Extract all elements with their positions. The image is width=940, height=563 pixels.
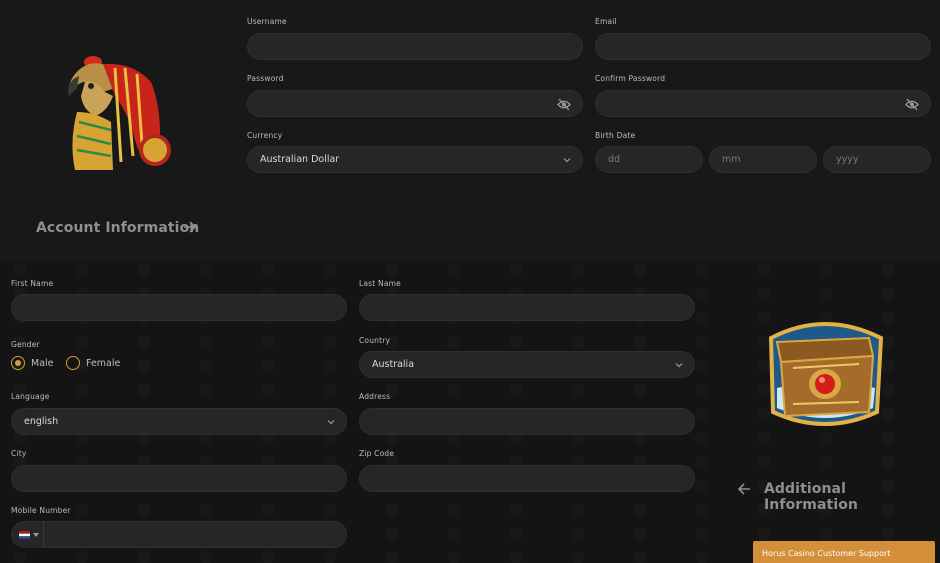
mobile-number-input[interactable] — [11, 521, 347, 548]
language-label: Language — [11, 392, 50, 401]
netherlands-flag-icon — [19, 531, 30, 539]
mobile-number-label: Mobile Number — [11, 506, 71, 515]
gender-female-label[interactable]: Female — [86, 358, 120, 369]
chevron-down-icon — [675, 363, 683, 368]
address-label: Address — [359, 392, 391, 401]
additional-information-title: Additional Information — [764, 481, 859, 513]
confirm-password-label: Confirm Password — [595, 74, 666, 83]
arrow-right-icon — [184, 221, 197, 233]
account-information-title: Account Information — [36, 220, 200, 236]
zip-code-label: Zip Code — [359, 449, 395, 458]
arrow-left-icon — [737, 483, 750, 495]
gender-label: Gender — [11, 340, 40, 349]
birth-day-input[interactable]: dd — [595, 146, 703, 173]
address-input[interactable] — [359, 408, 695, 435]
confirm-password-input[interactable] — [595, 90, 931, 117]
currency-label: Currency — [247, 131, 283, 140]
username-input[interactable] — [247, 33, 583, 60]
gender-male-label[interactable]: Male — [31, 358, 54, 369]
country-label: Country — [359, 336, 391, 345]
gender-male-radio[interactable] — [11, 356, 25, 370]
treasure-chest-illustration — [768, 322, 884, 426]
language-select[interactable]: english — [11, 408, 347, 435]
zip-code-input[interactable] — [359, 465, 695, 492]
eye-off-icon[interactable] — [905, 98, 919, 111]
gender-female-radio[interactable] — [66, 356, 80, 370]
country-value: Australia — [372, 359, 415, 370]
username-label: Username — [247, 17, 287, 26]
country-select[interactable]: Australia — [359, 351, 695, 378]
currency-select[interactable]: Australian Dollar — [247, 146, 583, 173]
city-label: City — [11, 449, 27, 458]
first-name-input[interactable] — [11, 294, 347, 321]
chevron-down-icon — [563, 158, 571, 163]
city-input[interactable] — [11, 465, 347, 492]
last-name-label: Last Name — [359, 279, 401, 288]
birth-date-label: Birth Date — [595, 131, 636, 140]
horus-falcon-illustration — [68, 56, 171, 170]
email-input[interactable] — [595, 33, 931, 60]
chevron-down-icon — [33, 533, 39, 537]
birth-month-input[interactable]: mm — [709, 146, 817, 173]
email-label: Email — [595, 17, 617, 26]
customer-support-button[interactable]: Horus Casino Customer Support — [753, 541, 935, 563]
language-value: english — [24, 416, 59, 427]
password-label: Password — [247, 74, 284, 83]
birth-year-input[interactable]: yyyy — [823, 146, 931, 173]
last-name-input[interactable] — [359, 294, 695, 321]
first-name-label: First Name — [11, 279, 54, 288]
chevron-down-icon — [327, 420, 335, 425]
country-code-selector[interactable] — [12, 522, 44, 548]
currency-value: Australian Dollar — [260, 154, 340, 165]
password-input[interactable] — [247, 90, 583, 117]
eye-off-icon[interactable] — [557, 98, 571, 111]
